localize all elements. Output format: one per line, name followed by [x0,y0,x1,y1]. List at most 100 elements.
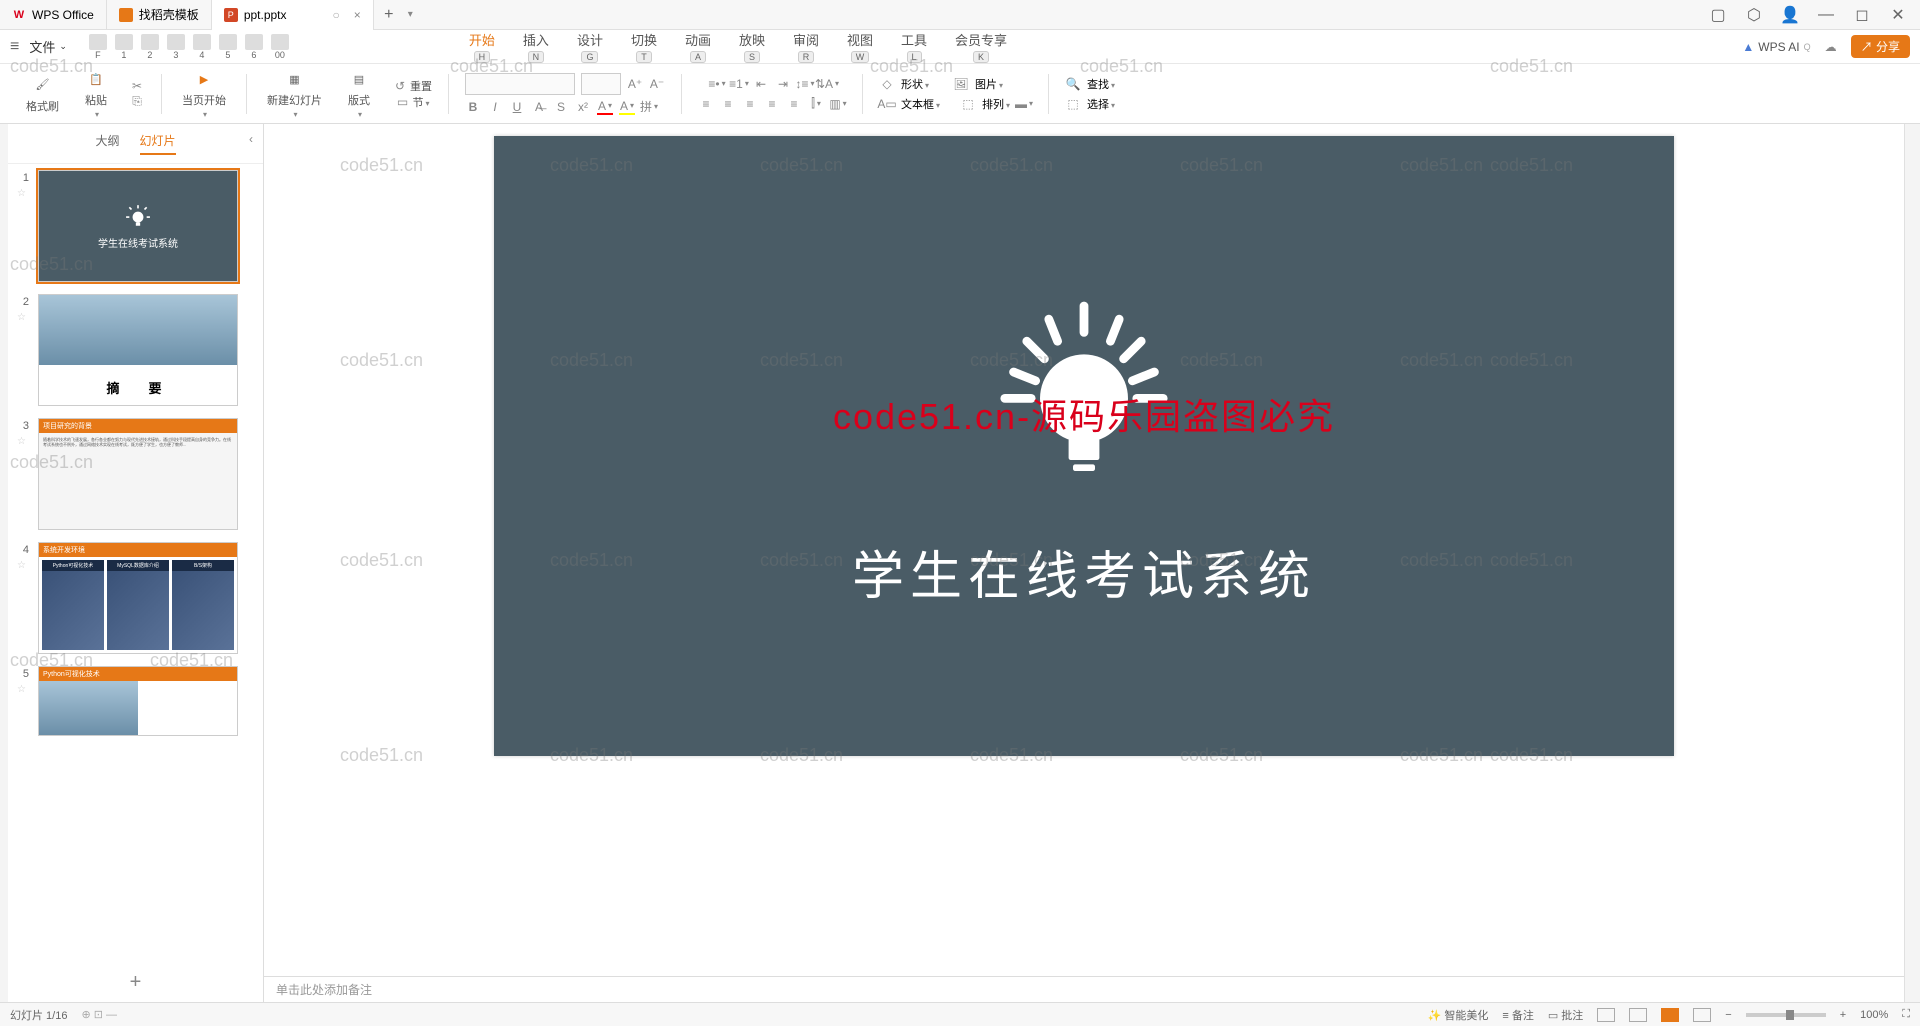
file-menu[interactable]: 文件⌄ [29,37,67,56]
sorter-view-icon[interactable] [1629,1008,1647,1022]
notes-placeholder[interactable]: 单击此处添加备注 [264,976,1904,1002]
qat-undo[interactable]: 4 [193,34,211,60]
star-icon[interactable]: ☆ [17,684,27,695]
normal-view-icon[interactable] [1597,1008,1615,1022]
slide-canvas[interactable]: code51.cn-源码乐园盗图必究 学生在线考试系统 [494,136,1674,756]
zoom-slider[interactable] [1746,1013,1826,1017]
qat-new[interactable]: F [89,34,107,60]
distribute-icon[interactable]: ≡ [786,96,802,112]
close-window-icon[interactable]: ✕ [1888,5,1908,25]
reset-label[interactable]: 重置 [410,78,432,94]
star-icon[interactable]: ☆ [17,188,27,199]
section-label[interactable]: 节 [412,94,429,110]
align-justify-icon[interactable]: ≡ [764,96,780,112]
tab-view[interactable]: 视图W [847,30,873,63]
notes-toggle[interactable]: ≡ 备注 [1502,1007,1533,1023]
zoom-out-icon[interactable]: − [1725,1009,1731,1021]
qat-save[interactable]: 1 [115,34,133,60]
select-button[interactable]: 选择 [1087,96,1115,112]
fit-window-icon[interactable]: ⛶ [1902,1008,1910,1021]
columns-icon[interactable]: ▥ [830,96,846,112]
hamburger-icon[interactable]: ≡ [10,38,19,56]
format-painter-button[interactable]: 🖌 格式刷 [22,72,63,116]
decrease-font-icon[interactable]: A⁻ [649,76,665,92]
font-family-input[interactable] [465,73,575,95]
bold-icon[interactable]: B [465,99,481,115]
find-button[interactable]: 查找 [1087,76,1115,92]
add-tab-button[interactable]: + [374,6,404,24]
text-direction-icon[interactable]: ⇅A [819,76,835,92]
wps-ai-button[interactable]: ▲ WPS AI Q [1742,40,1810,54]
tab-insert[interactable]: 插入N [523,30,549,63]
section-icon[interactable]: ▭ [394,94,410,110]
align-right-icon[interactable]: ≡ [742,96,758,112]
tab-slideshow[interactable]: 放映S [739,30,765,63]
qat-6[interactable]: 6 [245,34,263,60]
slideshow-view-icon[interactable] [1693,1008,1711,1022]
star-icon[interactable]: ☆ [17,312,27,323]
font-color-icon[interactable]: A [597,99,613,115]
qat-00[interactable]: 00 [271,34,289,60]
close-tab-icon[interactable]: × [354,8,361,22]
cut-icon[interactable]: ✂ [129,78,145,94]
numbering-icon[interactable]: ≡1 [731,76,747,92]
shape-button[interactable]: 形状 [901,76,929,92]
tab-member[interactable]: 会员专享K [955,30,1007,63]
italic-icon[interactable]: I [487,99,503,115]
slide-thumbnail-1[interactable]: 学生在线考试系统 [38,170,238,282]
tab-home[interactable]: 开始H [469,30,495,63]
tab-tools[interactable]: 工具L [901,30,927,63]
increase-indent-icon[interactable]: ⇥ [775,76,791,92]
slide-thumbnail-2[interactable]: 摘 要 [38,294,238,406]
star-icon[interactable]: ☆ [17,560,27,571]
decrease-indent-icon[interactable]: ⇤ [753,76,769,92]
slide-title-text[interactable]: 学生在线考试系统 [852,534,1316,609]
tab-transition[interactable]: 切换T [631,30,657,63]
highlight-icon[interactable]: A [619,99,635,115]
font-size-input[interactable] [581,73,621,95]
cloud-icon[interactable]: ☁ [1825,40,1837,54]
collapse-panel-icon[interactable]: ‹ [249,132,253,146]
strikethrough-icon[interactable]: A̶ [531,99,547,115]
slide-thumbnail-5[interactable]: Python可视化技术 [38,666,238,736]
share-button[interactable]: ↗ 分享 [1851,35,1910,58]
reading-view-icon[interactable] [1661,1008,1679,1022]
picture-button[interactable]: 图片 [975,76,1003,92]
avatar-icon[interactable]: 👤 [1780,5,1800,25]
qat-redo[interactable]: 5 [219,34,237,60]
vertical-scrollbar[interactable] [1904,124,1920,1002]
reset-icon[interactable]: ↺ [392,78,408,94]
align-left-icon[interactable]: ≡ [698,96,714,112]
superscript-icon[interactable]: x² [575,99,591,115]
bullets-icon[interactable]: ≡• [709,76,725,92]
slides-tab[interactable]: 幻灯片 [140,132,176,155]
tab-template[interactable]: 找稻壳模板 [107,0,212,30]
line-spacing-icon[interactable]: ↕≡ [797,76,813,92]
tab-wps-office[interactable]: W WPS Office [0,0,107,30]
slide-thumbnail-4[interactable]: 系统开发环境 Python可视化技术 MySQL数据库介绍 B/S架构 [38,542,238,654]
fill-icon[interactable]: ▬ [1016,96,1032,112]
canvas-area[interactable]: code51.cn-源码乐园盗图必究 学生在线考试系统 [264,124,1904,976]
paste-button[interactable]: 📋 粘贴 [81,66,111,121]
maximize-icon[interactable]: ◻ [1852,5,1872,25]
underline-icon[interactable]: U [509,99,525,115]
copy-icon[interactable]: ⎘ [129,94,145,110]
textbox-button[interactable]: 文本框 [901,96,940,112]
from-current-button[interactable]: ▶ 当页开始 [178,66,230,121]
tab-ppt-file[interactable]: P ppt.pptx ○ × [212,0,374,30]
tab-overflow-icon[interactable]: ▾ [408,9,413,20]
align-vertical-icon[interactable]: ⫿ [808,96,824,112]
minimize-icon[interactable]: — [1816,5,1836,25]
align-center-icon[interactable]: ≡ [720,96,736,112]
add-slide-button[interactable]: + [8,963,263,1002]
tab-design[interactable]: 设计G [577,30,603,63]
layout-button[interactable]: ▤ 版式 [344,66,374,121]
qat-print[interactable]: 2 [141,34,159,60]
tab-menu-icon[interactable]: ○ [333,8,340,22]
increase-font-icon[interactable]: A⁺ [627,76,643,92]
zoom-level[interactable]: 100% [1860,1009,1888,1021]
slide-thumbnail-3[interactable]: 项目研究的背景 随着科学技术的飞速发展，各行各业都在努力与现代先进技术接轨，通过… [38,418,238,530]
shadow-icon[interactable]: S [553,99,569,115]
qat-preview[interactable]: 3 [167,34,185,60]
star-icon[interactable]: ☆ [17,436,27,447]
